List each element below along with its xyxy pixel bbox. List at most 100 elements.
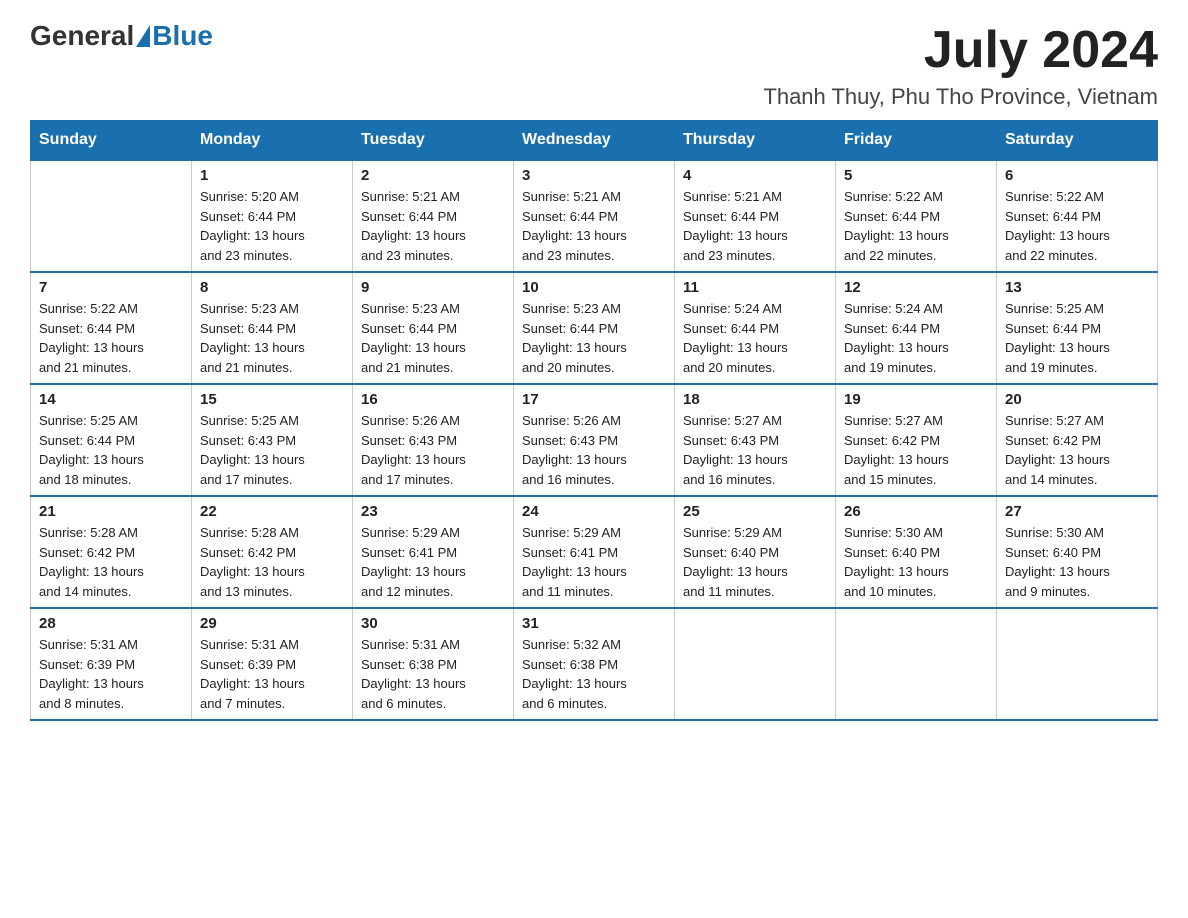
- day-number: 18: [683, 391, 827, 408]
- day-info: Sunrise: 5:25 AM Sunset: 6:44 PM Dayligh…: [1005, 299, 1149, 377]
- calendar-cell: 15Sunrise: 5:25 AM Sunset: 6:43 PM Dayli…: [192, 384, 353, 496]
- day-info: Sunrise: 5:20 AM Sunset: 6:44 PM Dayligh…: [200, 187, 344, 265]
- calendar-cell: 2 Sunrise: 5:21 AM Sunset: 6:44 PM Daylig…: [353, 160, 514, 272]
- day-number: 4: [683, 167, 827, 184]
- calendar-header-tuesday: Tuesday: [353, 121, 514, 161]
- day-info: Sunrise: 5:29 AM Sunset: 6:40 PM Dayligh…: [683, 523, 827, 601]
- day-info: Sunrise: 5:21 AM Sunset: 6:44 PM Dayligh…: [522, 187, 666, 265]
- day-info: Sunrise: 5:21 AM Sunset: 6:44 PM Dayligh…: [361, 187, 505, 265]
- day-info: Sunrise: 5:31 AM Sunset: 6:38 PM Dayligh…: [361, 635, 505, 713]
- calendar-cell: 7 Sunrise: 5:22 AM Sunset: 6:44 PM Daylig…: [31, 272, 192, 384]
- day-number: 20: [1005, 391, 1149, 408]
- month-year-title: July 2024: [763, 20, 1158, 80]
- calendar-week-row: 14 Sunrise: 5:25 AM Sunset: 6:44 PM Dayli…: [31, 384, 1158, 496]
- day-number: 2: [361, 167, 505, 184]
- day-number: 21: [39, 503, 183, 520]
- calendar-cell: 24 Sunrise: 5:29 AM Sunset: 6:41 PM Dayli…: [514, 496, 675, 608]
- calendar-header-sunday: Sunday: [31, 121, 192, 161]
- calendar-week-row: 21 Sunrise: 5:28 AM Sunset: 6:42 PM Dayli…: [31, 496, 1158, 608]
- day-number: 19: [844, 391, 988, 408]
- calendar-cell: 23 Sunrise: 5:29 AM Sunset: 6:41 PM Dayli…: [353, 496, 514, 608]
- day-info: Sunrise: 5:31 AM Sunset: 6:39 PM Dayligh…: [39, 635, 183, 713]
- day-number: 16: [361, 391, 505, 408]
- calendar-header-row: SundayMondayTuesdayWednesdayThursdayFrid…: [31, 121, 1158, 161]
- day-info: Sunrise: 5:24 AM Sunset: 6:44 PM Dayligh…: [683, 299, 827, 377]
- calendar-cell: [997, 608, 1158, 720]
- day-info: Sunrise: 5:28 AM Sunset: 6:42 PM Dayligh…: [200, 523, 344, 601]
- logo-general-text: General: [30, 20, 134, 52]
- day-number: 12: [844, 279, 988, 296]
- day-info: Sunrise: 5:25 AM Sunset: 6:44 PM Dayligh…: [39, 411, 183, 489]
- calendar-cell: 28 Sunrise: 5:31 AM Sunset: 6:39 PM Dayli…: [31, 608, 192, 720]
- day-number: 14: [39, 391, 183, 408]
- day-number: 29: [200, 615, 344, 632]
- day-info: Sunrise: 5:30 AM Sunset: 6:40 PM Dayligh…: [844, 523, 988, 601]
- day-info: Sunrise: 5:22 AM Sunset: 6:44 PM Dayligh…: [844, 187, 988, 265]
- day-info: Sunrise: 5:26 AM Sunset: 6:43 PM Dayligh…: [361, 411, 505, 489]
- calendar-week-row: 28 Sunrise: 5:31 AM Sunset: 6:39 PM Dayli…: [31, 608, 1158, 720]
- calendar-cell: 19 Sunrise: 5:27 AM Sunset: 6:42 PM Dayli…: [836, 384, 997, 496]
- day-info: Sunrise: 5:27 AM Sunset: 6:43 PM Dayligh…: [683, 411, 827, 489]
- calendar-cell: 17 Sunrise: 5:26 AM Sunset: 6:43 PM Dayli…: [514, 384, 675, 496]
- calendar-header-thursday: Thursday: [675, 121, 836, 161]
- day-number: 24: [522, 503, 666, 520]
- calendar-cell: 8 Sunrise: 5:23 AM Sunset: 6:44 PM Daylig…: [192, 272, 353, 384]
- calendar-cell: 14 Sunrise: 5:25 AM Sunset: 6:44 PM Dayli…: [31, 384, 192, 496]
- day-info: Sunrise: 5:29 AM Sunset: 6:41 PM Dayligh…: [522, 523, 666, 601]
- day-number: 5: [844, 167, 988, 184]
- calendar-header-wednesday: Wednesday: [514, 121, 675, 161]
- calendar-cell: [31, 160, 192, 272]
- calendar-cell: 6Sunrise: 5:22 AM Sunset: 6:44 PM Daylig…: [997, 160, 1158, 272]
- day-number: 27: [1005, 503, 1149, 520]
- calendar-table: SundayMondayTuesdayWednesdayThursdayFrid…: [30, 120, 1158, 721]
- day-info: Sunrise: 5:28 AM Sunset: 6:42 PM Dayligh…: [39, 523, 183, 601]
- location-subtitle: Thanh Thuy, Phu Tho Province, Vietnam: [763, 84, 1158, 110]
- day-info: Sunrise: 5:26 AM Sunset: 6:43 PM Dayligh…: [522, 411, 666, 489]
- calendar-cell: 21 Sunrise: 5:28 AM Sunset: 6:42 PM Dayli…: [31, 496, 192, 608]
- day-info: Sunrise: 5:23 AM Sunset: 6:44 PM Dayligh…: [200, 299, 344, 377]
- day-info: Sunrise: 5:22 AM Sunset: 6:44 PM Dayligh…: [39, 299, 183, 377]
- calendar-cell: 18 Sunrise: 5:27 AM Sunset: 6:43 PM Dayli…: [675, 384, 836, 496]
- calendar-cell: 10 Sunrise: 5:23 AM Sunset: 6:44 PM Dayli…: [514, 272, 675, 384]
- day-number: 10: [522, 279, 666, 296]
- day-number: 11: [683, 279, 827, 296]
- calendar-cell: 27 Sunrise: 5:30 AM Sunset: 6:40 PM Dayli…: [997, 496, 1158, 608]
- calendar-header-friday: Friday: [836, 121, 997, 161]
- calendar-week-row: 7 Sunrise: 5:22 AM Sunset: 6:44 PM Daylig…: [31, 272, 1158, 384]
- day-info: Sunrise: 5:23 AM Sunset: 6:44 PM Dayligh…: [522, 299, 666, 377]
- day-info: Sunrise: 5:32 AM Sunset: 6:38 PM Dayligh…: [522, 635, 666, 713]
- calendar-cell: 25Sunrise: 5:29 AM Sunset: 6:40 PM Dayli…: [675, 496, 836, 608]
- calendar-week-row: 1 Sunrise: 5:20 AM Sunset: 6:44 PM Daylig…: [31, 160, 1158, 272]
- day-info: Sunrise: 5:27 AM Sunset: 6:42 PM Dayligh…: [844, 411, 988, 489]
- calendar-cell: 3Sunrise: 5:21 AM Sunset: 6:44 PM Daylig…: [514, 160, 675, 272]
- calendar-header-monday: Monday: [192, 121, 353, 161]
- calendar-cell: 11 Sunrise: 5:24 AM Sunset: 6:44 PM Dayli…: [675, 272, 836, 384]
- day-number: 17: [522, 391, 666, 408]
- day-number: 28: [39, 615, 183, 632]
- day-number: 8: [200, 279, 344, 296]
- day-number: 31: [522, 615, 666, 632]
- calendar-cell: 12 Sunrise: 5:24 AM Sunset: 6:44 PM Dayli…: [836, 272, 997, 384]
- day-info: Sunrise: 5:21 AM Sunset: 6:44 PM Dayligh…: [683, 187, 827, 265]
- day-info: Sunrise: 5:31 AM Sunset: 6:39 PM Dayligh…: [200, 635, 344, 713]
- calendar-cell: [675, 608, 836, 720]
- day-number: 7: [39, 279, 183, 296]
- day-info: Sunrise: 5:29 AM Sunset: 6:41 PM Dayligh…: [361, 523, 505, 601]
- calendar-cell: 31 Sunrise: 5:32 AM Sunset: 6:38 PM Dayli…: [514, 608, 675, 720]
- calendar-cell: 30Sunrise: 5:31 AM Sunset: 6:38 PM Dayli…: [353, 608, 514, 720]
- day-info: Sunrise: 5:22 AM Sunset: 6:44 PM Dayligh…: [1005, 187, 1149, 265]
- title-section: July 2024 Thanh Thuy, Phu Tho Province, …: [763, 20, 1158, 110]
- logo: General Blue: [30, 20, 213, 52]
- day-info: Sunrise: 5:30 AM Sunset: 6:40 PM Dayligh…: [1005, 523, 1149, 601]
- day-number: 26: [844, 503, 988, 520]
- day-number: 22: [200, 503, 344, 520]
- calendar-cell: 20 Sunrise: 5:27 AM Sunset: 6:42 PM Dayli…: [997, 384, 1158, 496]
- calendar-cell: [836, 608, 997, 720]
- day-info: Sunrise: 5:24 AM Sunset: 6:44 PM Dayligh…: [844, 299, 988, 377]
- day-number: 1: [200, 167, 344, 184]
- calendar-cell: 13Sunrise: 5:25 AM Sunset: 6:44 PM Dayli…: [997, 272, 1158, 384]
- calendar-header-saturday: Saturday: [997, 121, 1158, 161]
- day-number: 23: [361, 503, 505, 520]
- day-info: Sunrise: 5:27 AM Sunset: 6:42 PM Dayligh…: [1005, 411, 1149, 489]
- page-header: General Blue July 2024 Thanh Thuy, Phu T…: [30, 20, 1158, 110]
